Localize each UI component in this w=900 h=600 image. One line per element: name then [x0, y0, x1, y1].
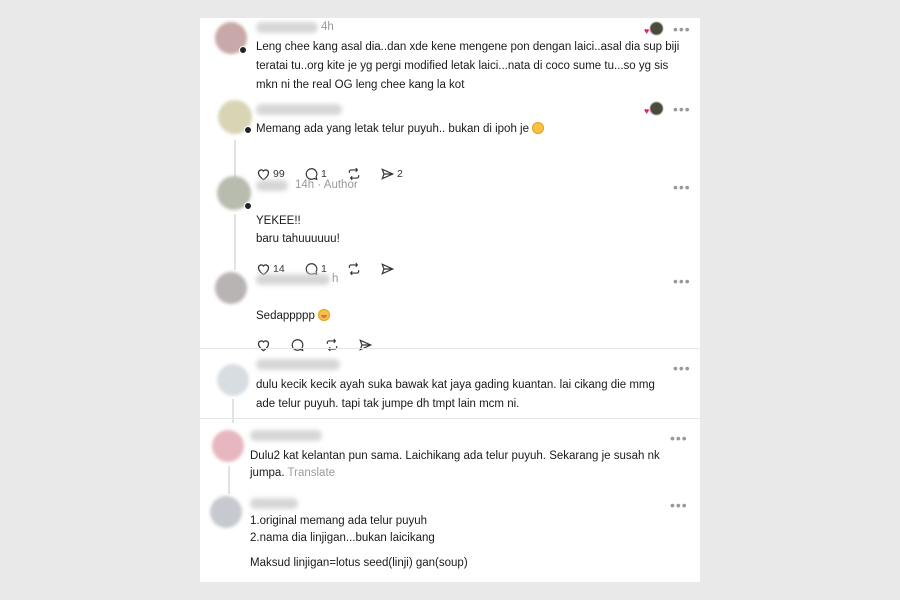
comment-text: jumpa. Translate: [250, 464, 335, 483]
author-badge: Author: [323, 179, 358, 191]
username[interactable]: [250, 430, 322, 441]
divider: [200, 418, 700, 419]
more-options-button[interactable]: •••: [673, 102, 691, 116]
username[interactable]: [256, 22, 318, 33]
more-options-button[interactable]: •••: [673, 22, 691, 36]
comment-7: ••• 1.original memang ada telur puyuh 2.…: [200, 490, 700, 582]
comment-6: ••• Dulu2 kat kelantan pun sama. Laichik…: [200, 424, 700, 494]
translate-link[interactable]: Translate: [288, 467, 336, 479]
thread-line: [234, 214, 236, 270]
comment-text-line: YEKEE!!: [256, 215, 301, 227]
more-options-button[interactable]: •••: [673, 180, 691, 194]
avatar-badge: [244, 202, 252, 210]
avatar[interactable]: [210, 496, 242, 528]
comment-text: Memang ada yang letak telur puyuh.. buka…: [256, 120, 544, 139]
comment-1: 4h ♥ ••• Leng chee kang asal dia..dan xd…: [200, 18, 700, 98]
comment-5: ••• dulu kecik kecik ayah suka bawak kat…: [200, 355, 700, 423]
thread-line: [232, 399, 234, 423]
avatar[interactable]: [217, 364, 249, 396]
comment-text-line: Leng chee kang asal dia..dan xde kene me…: [256, 41, 680, 53]
comment-text-line: jumpa.: [250, 467, 285, 479]
comment-icon: [291, 339, 304, 352]
username[interactable]: [256, 180, 288, 191]
action-bar: [256, 336, 456, 354]
like-button[interactable]: [256, 336, 271, 354]
smiling-emoji-icon: [532, 122, 544, 134]
reply-button[interactable]: [290, 336, 305, 354]
username[interactable]: [250, 498, 298, 509]
username[interactable]: [256, 104, 342, 115]
liked-by-author-icon: ♥: [644, 22, 663, 36]
comment-text-line: 2.nama dia linjigan...bukan laicikang: [250, 532, 435, 544]
more-options-button[interactable]: •••: [673, 274, 691, 288]
comment-text-line: ade telur puyuh. tapi tak jumpe dh tmpt …: [256, 398, 520, 410]
timestamp: 14h · Author: [295, 179, 358, 191]
comment-text-line: dulu kecik kecik ayah suka bawak kat jay…: [256, 379, 655, 391]
divider: [200, 348, 700, 349]
comment-text-line: mkn ni the real OG leng chee kang la kot: [256, 79, 465, 91]
comment-text-line: baru tahuuuuuu!: [256, 233, 340, 245]
avatar[interactable]: [212, 430, 244, 462]
repost-button[interactable]: [324, 336, 340, 354]
comments-panel: 4h ♥ ••• Leng chee kang asal dia..dan xd…: [200, 18, 700, 582]
avatar[interactable]: [215, 272, 247, 304]
send-icon: [359, 339, 373, 351]
username[interactable]: [256, 274, 330, 285]
more-options-button[interactable]: •••: [673, 361, 691, 375]
comment-text: Sedappppp: [256, 307, 330, 326]
comment-4: h ••• Sedappppp: [200, 268, 700, 352]
timestamp: 4h: [321, 21, 334, 33]
heart-icon: [257, 340, 270, 352]
liked-by-author-icon: ♥: [644, 102, 663, 116]
comment-3: 14h · Author ••• YEKEE!! baru tahuuuuuu!…: [200, 174, 700, 276]
more-options-button[interactable]: •••: [670, 498, 688, 512]
timestamp: h: [332, 273, 339, 285]
drooling-emoji-icon: [317, 309, 330, 321]
comment-text-line: teratai tu..org kite je yg pergi modifie…: [256, 60, 669, 72]
repost-icon: [326, 338, 338, 352]
share-button[interactable]: [358, 336, 373, 354]
comment-text-line: Maksud linjigan=lotus seed(linji) gan(so…: [250, 557, 468, 569]
comment-text-line: Sedappppp: [256, 310, 315, 322]
avatar-badge: [244, 126, 252, 134]
avatar-badge: [239, 46, 247, 54]
comment-text-line: Memang ada yang letak telur puyuh.. buka…: [256, 123, 529, 135]
username[interactable]: [256, 359, 340, 370]
more-options-button[interactable]: •••: [670, 431, 688, 445]
timestamp-value: 14h: [295, 179, 315, 191]
